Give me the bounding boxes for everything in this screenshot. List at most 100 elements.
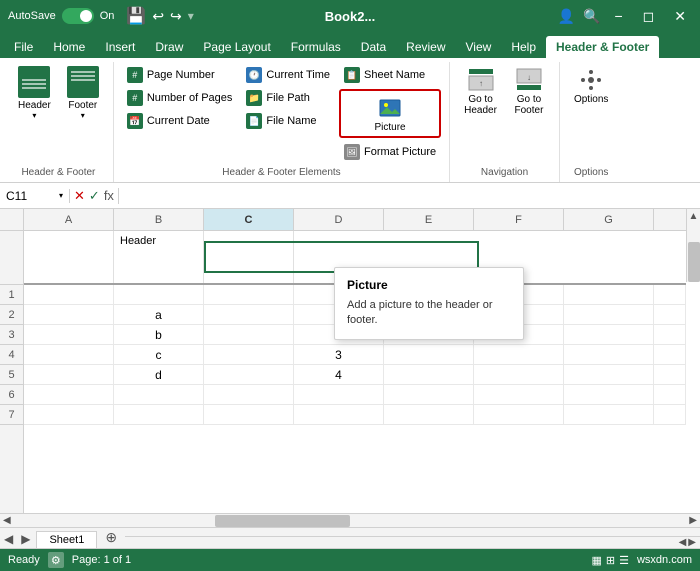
tab-page-layout[interactable]: Page Layout xyxy=(193,36,280,58)
page-layout-view-button[interactable]: ⊞ xyxy=(606,554,615,567)
cell-b4[interactable]: c xyxy=(114,345,204,364)
page-number-button[interactable]: # Page Number xyxy=(122,64,238,86)
cell-f6[interactable] xyxy=(474,385,564,404)
cancel-formula-button[interactable]: ✕ xyxy=(74,188,85,204)
cell-c3[interactable] xyxy=(204,325,294,344)
cell-f5[interactable] xyxy=(474,365,564,384)
cell-e7[interactable] xyxy=(384,405,474,424)
more-commands[interactable]: ▾ xyxy=(188,9,194,23)
autosave-toggle[interactable] xyxy=(62,8,94,24)
scroll-left-button[interactable]: ◀ xyxy=(0,515,14,526)
status-settings-icon[interactable]: ⚙ xyxy=(48,552,64,568)
current-time-button[interactable]: 🕐 Current Time xyxy=(241,64,335,86)
cell-d7[interactable] xyxy=(294,405,384,424)
picture-button[interactable]: Picture xyxy=(339,89,441,138)
tab-scroll-left[interactable]: ◀ xyxy=(679,537,687,548)
insert-function-button[interactable]: fx xyxy=(104,188,114,203)
header-center-area[interactable] xyxy=(204,231,294,283)
cell-g7[interactable] xyxy=(564,405,654,424)
search-icon[interactable]: 🔍 xyxy=(583,8,600,25)
sheet-name-button[interactable]: 📋 Sheet Name xyxy=(339,64,441,86)
header-button[interactable]: Header ▾ xyxy=(12,64,57,122)
horizontal-scrollbar[interactable]: ◀ ▶ xyxy=(0,513,700,527)
scroll-up-button[interactable]: ▲ xyxy=(689,211,699,222)
cell-h4[interactable] xyxy=(654,345,686,364)
cell-c2[interactable] xyxy=(204,305,294,324)
scroll-thumb-h[interactable] xyxy=(215,515,350,527)
goto-header-button[interactable]: ↑ Go toHeader xyxy=(458,64,503,118)
cell-b5[interactable]: d xyxy=(114,365,204,384)
cell-b7[interactable] xyxy=(114,405,204,424)
cell-e4[interactable] xyxy=(384,345,474,364)
cell-c1[interactable] xyxy=(204,285,294,304)
cell-f7[interactable] xyxy=(474,405,564,424)
cell-b3[interactable]: b xyxy=(114,325,204,344)
cell-h7[interactable] xyxy=(654,405,686,424)
profile-icon[interactable]: 👤 xyxy=(558,8,575,25)
cell-a4[interactable] xyxy=(24,345,114,364)
cell-e5[interactable] xyxy=(384,365,474,384)
undo-button[interactable]: ↩ xyxy=(152,8,164,25)
file-name-button[interactable]: 📄 File Name xyxy=(241,110,335,132)
tab-home[interactable]: Home xyxy=(43,36,95,58)
format-picture-button[interactable]: 🖼 Format Picture xyxy=(339,141,441,163)
tab-scroll-right[interactable]: ▶ xyxy=(688,537,696,548)
tab-help[interactable]: Help xyxy=(501,36,546,58)
cell-a5[interactable] xyxy=(24,365,114,384)
tab-insert[interactable]: Insert xyxy=(95,36,145,58)
cell-g1[interactable] xyxy=(564,285,654,304)
cell-reference[interactable]: C11 ▾ xyxy=(0,189,70,203)
tab-header-footer[interactable]: Header & Footer xyxy=(546,36,659,58)
options-button[interactable]: Options xyxy=(568,64,614,107)
tab-draw[interactable]: Draw xyxy=(145,36,193,58)
tab-nav-left[interactable]: ◀ xyxy=(0,530,17,548)
cell-b1[interactable] xyxy=(114,285,204,304)
cell-h6[interactable] xyxy=(654,385,686,404)
minimize-button[interactable]: − xyxy=(608,6,628,26)
cell-h2[interactable] xyxy=(654,305,686,324)
vertical-scrollbar[interactable]: ▲ xyxy=(686,209,700,282)
page-break-view-button[interactable]: ☰ xyxy=(619,554,629,567)
cell-d6[interactable] xyxy=(294,385,384,404)
cell-g2[interactable] xyxy=(564,305,654,324)
cell-g4[interactable] xyxy=(564,345,654,364)
tab-review[interactable]: Review xyxy=(396,36,455,58)
cell-g6[interactable] xyxy=(564,385,654,404)
cell-a2[interactable] xyxy=(24,305,114,324)
cell-a3[interactable] xyxy=(24,325,114,344)
number-of-pages-button[interactable]: # Number of Pages xyxy=(122,87,238,109)
cell-d5[interactable]: 4 xyxy=(294,365,384,384)
close-button[interactable]: ✕ xyxy=(668,6,692,27)
cell-d4[interactable]: 3 xyxy=(294,345,384,364)
current-date-button[interactable]: 📅 Current Date xyxy=(122,110,238,132)
confirm-formula-button[interactable]: ✓ xyxy=(89,188,100,204)
cell-c5[interactable] xyxy=(204,365,294,384)
cell-h5[interactable] xyxy=(654,365,686,384)
scroll-right-button[interactable]: ▶ xyxy=(686,515,700,526)
header-label-area[interactable]: Header xyxy=(114,231,204,283)
restore-button[interactable]: ◻ xyxy=(637,6,661,27)
tab-nav-right[interactable]: ▶ xyxy=(17,530,34,548)
cell-a6[interactable] xyxy=(24,385,114,404)
cell-a7[interactable] xyxy=(24,405,114,424)
normal-view-button[interactable]: ▦ xyxy=(591,554,601,567)
cell-g5[interactable] xyxy=(564,365,654,384)
cell-e6[interactable] xyxy=(384,385,474,404)
cell-f4[interactable] xyxy=(474,345,564,364)
cell-c4[interactable] xyxy=(204,345,294,364)
cell-b2[interactable]: a xyxy=(114,305,204,324)
scroll-thumb[interactable] xyxy=(688,242,700,282)
tab-data[interactable]: Data xyxy=(351,36,396,58)
tab-formulas[interactable]: Formulas xyxy=(281,36,351,58)
sheet-tab-sheet1[interactable]: Sheet1 xyxy=(36,531,97,548)
cell-h1[interactable] xyxy=(654,285,686,304)
cell-h3[interactable] xyxy=(654,325,686,344)
save-icon[interactable]: 💾 xyxy=(126,6,146,26)
redo-button[interactable]: ↪ xyxy=(170,8,182,25)
cell-a1[interactable] xyxy=(24,285,114,304)
col-header-c[interactable]: C xyxy=(204,209,294,230)
cell-c7[interactable] xyxy=(204,405,294,424)
goto-footer-button[interactable]: ↓ Go toFooter xyxy=(507,64,551,118)
cell-g3[interactable] xyxy=(564,325,654,344)
file-path-button[interactable]: 📁 File Path xyxy=(241,87,335,109)
